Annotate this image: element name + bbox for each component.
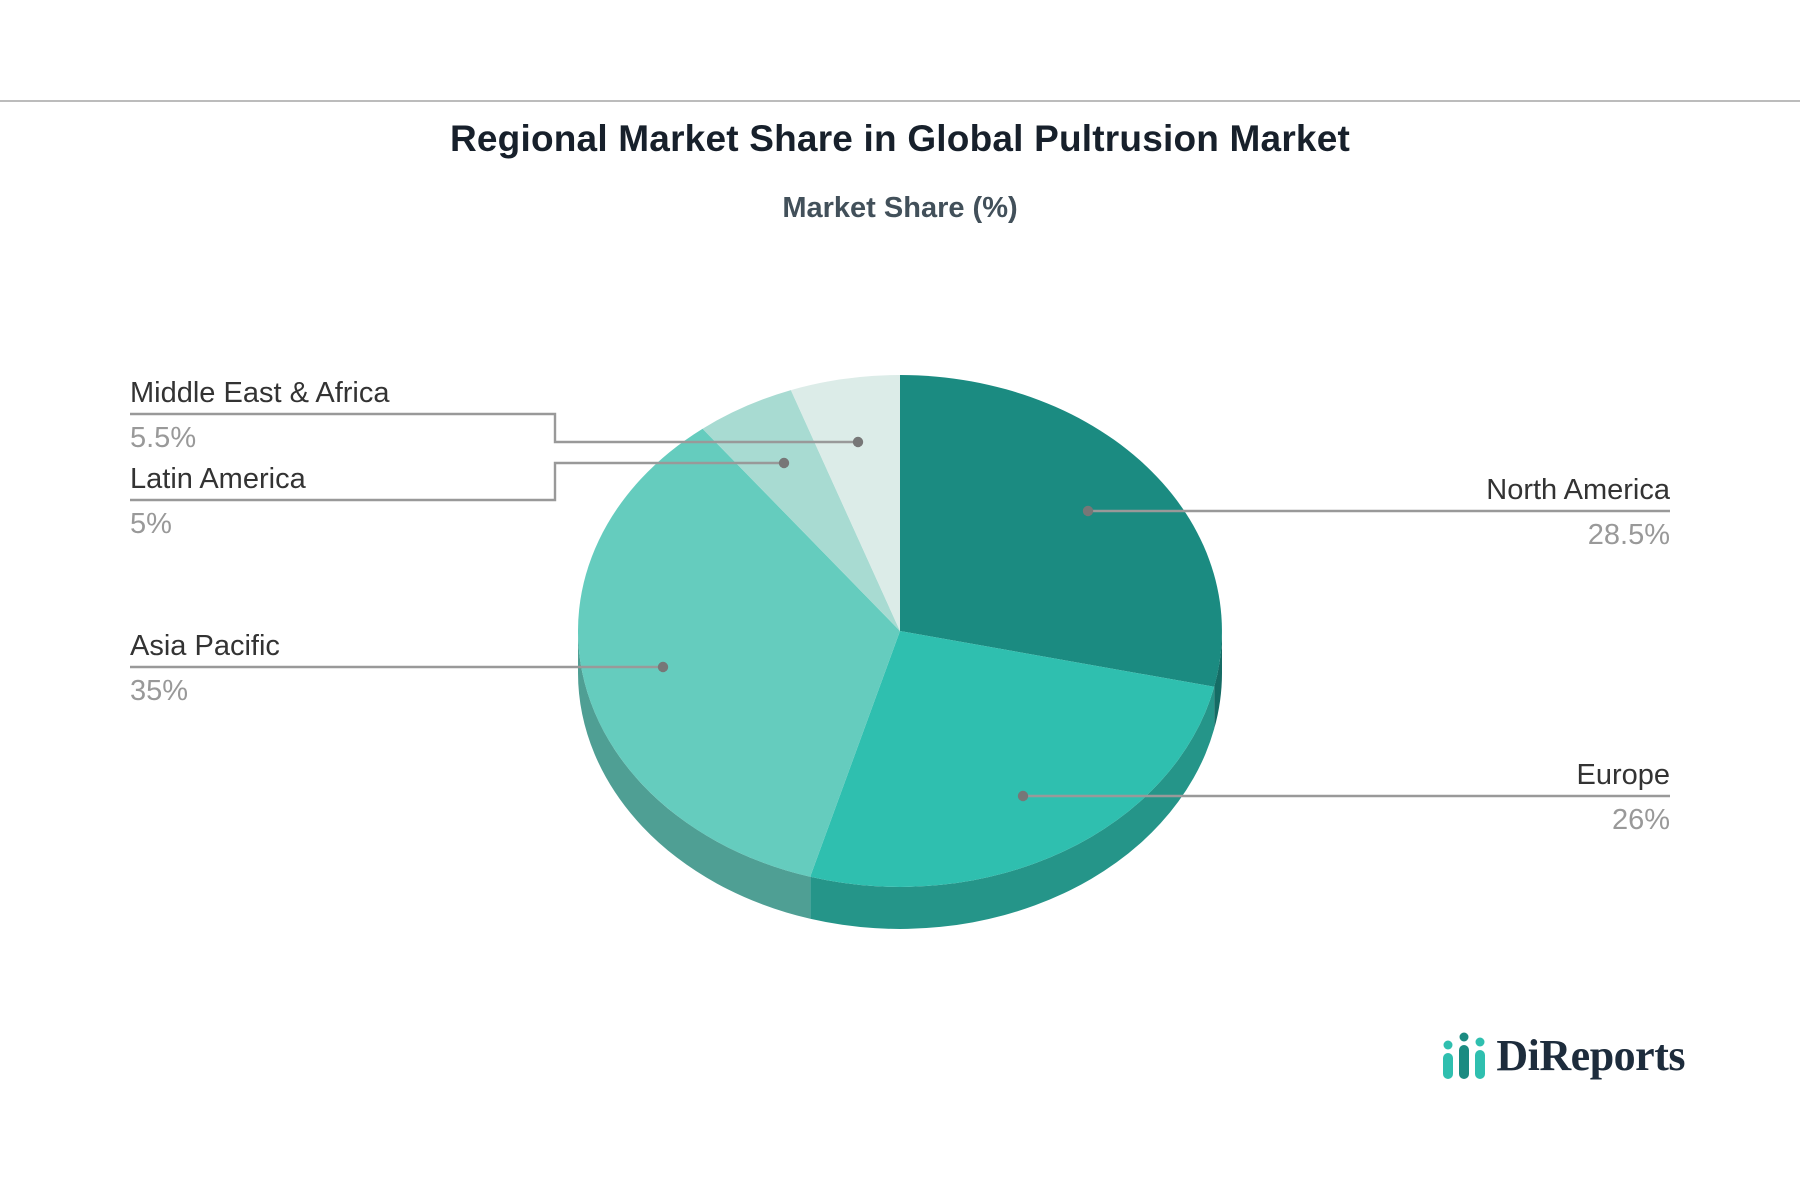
connector-dot-europe xyxy=(1018,791,1028,801)
bar-chart-logo-icon xyxy=(1441,1031,1487,1081)
slice-label-europe: Europe xyxy=(1576,759,1670,792)
slice-value-latin-america: 5% xyxy=(130,508,172,541)
logo-text: DiReports xyxy=(1496,1030,1685,1081)
connector-dot-north-america xyxy=(1083,506,1093,516)
slice-label-north-america: North America xyxy=(1486,474,1670,507)
pie-chart xyxy=(0,0,1800,1196)
slice-value-europe: 26% xyxy=(1612,804,1670,837)
chart-canvas: Regional Market Share in Global Pultrusi… xyxy=(0,0,1800,1196)
connector-dot-middle-east-and-africa xyxy=(853,437,863,447)
slice-label-latin-america: Latin America xyxy=(130,463,306,496)
connector-dot-latin-america xyxy=(779,458,789,468)
slice-label-middle-east-and-africa: Middle East & Africa xyxy=(130,377,390,410)
slice-value-asia-pacific: 35% xyxy=(130,675,188,708)
logo[interactable]: DiReports xyxy=(1441,1030,1685,1081)
slice-label-asia-pacific: Asia Pacific xyxy=(130,630,280,663)
slice-value-middle-east-and-africa: 5.5% xyxy=(130,422,196,455)
connector-dot-asia-pacific xyxy=(658,662,668,672)
slice-value-north-america: 28.5% xyxy=(1588,519,1670,552)
